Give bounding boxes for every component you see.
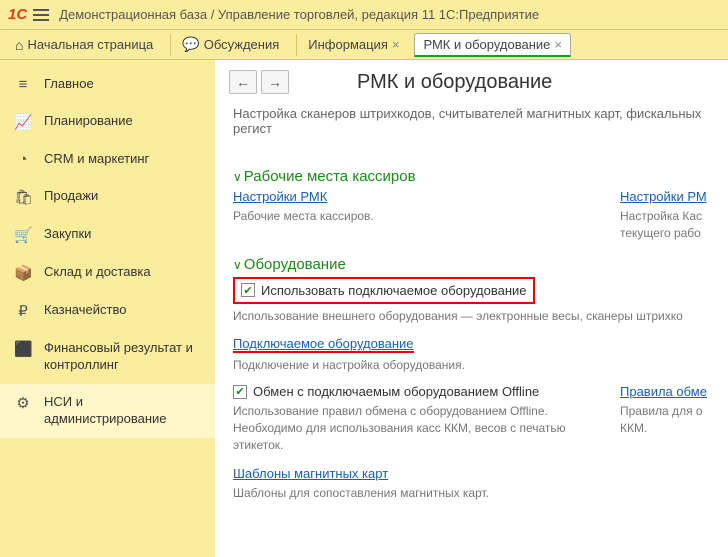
nav-crm[interactable]: ◔CRM и маркетинг (0, 141, 215, 178)
tab-label: РМК и оборудование (423, 37, 550, 52)
tab-rmk[interactable]: РМК и оборудование × (414, 33, 571, 57)
close-icon[interactable]: × (392, 37, 400, 52)
page-title: РМК и оборудование (357, 71, 552, 94)
use-equipment-desc: Использование внешнего оборудования — эл… (233, 308, 710, 325)
logo-1c: 1C (8, 6, 27, 23)
chevron-down-icon: ∨ (233, 258, 242, 272)
section-cashier-header[interactable]: ∨Рабочие места кассиров (233, 168, 710, 185)
nav-planning[interactable]: 📈Планирование (0, 103, 215, 141)
nav-warehouse[interactable]: 📦Склад и доставка (0, 254, 215, 292)
main-area: ← → РМК и оборудование Настройка сканеро… (215, 60, 728, 557)
rm-settings-desc: Настройка Кастекущего рабо (620, 208, 710, 242)
highlight-use-equipment: ✔ Использовать подключаемое оборудование (233, 277, 535, 304)
card-templates-desc: Шаблоны для сопоставления магнитных карт… (233, 485, 710, 502)
pie-icon: ◔ (14, 151, 32, 168)
tab-label: Обсуждения (204, 37, 280, 52)
close-icon[interactable]: × (554, 37, 562, 52)
chat-icon: 💬 (182, 36, 199, 53)
checkbox-label: Обмен с подключаемым оборудованием Offli… (253, 384, 539, 399)
offline-desc: Использование правил обмена с оборудован… (233, 403, 590, 453)
link-exchange-rules[interactable]: Правила обме (620, 384, 707, 399)
bag-icon: 🛍 (14, 188, 32, 206)
app-title: Демонстрационная база / Управление торго… (59, 7, 539, 22)
checkbox-use-equipment[interactable]: ✔ (241, 283, 255, 297)
forward-button[interactable]: → (261, 70, 289, 94)
rmk-settings-desc: Рабочие места кассиров. (233, 208, 590, 225)
tab-home[interactable]: ⌂ Начальная страница (6, 33, 162, 57)
box-icon: 📦 (14, 264, 32, 282)
link-rm-settings[interactable]: Настройки РМ (620, 189, 707, 204)
page-description: Настройка сканеров штрихкодов, считывате… (215, 104, 728, 148)
checkbox-offline[interactable]: ✔ (233, 385, 247, 399)
nav-purchases[interactable]: 🛒Закупки (0, 216, 215, 254)
tab-info[interactable]: Информация × (299, 33, 408, 57)
nav-admin[interactable]: ⚙НСИ и администрирование (0, 384, 215, 438)
home-icon: ⌂ (15, 37, 23, 53)
plug-equipment-desc: Подключение и настройка оборудования. (233, 357, 710, 374)
tab-discussions[interactable]: 💬 Обсуждения (173, 33, 288, 57)
link-card-templates[interactable]: Шаблоны магнитных карт (233, 466, 388, 481)
separator (170, 34, 171, 56)
coin-icon: ₽ (14, 302, 32, 320)
exchange-rules-desc: Правила для оККМ. (620, 403, 710, 437)
nav-sales[interactable]: 🛍Продажи (0, 178, 215, 216)
tab-label: Начальная страница (27, 37, 153, 52)
link-plug-equipment[interactable]: Подключаемое оборудование (233, 336, 414, 351)
tab-label: Информация (308, 37, 388, 52)
separator (296, 34, 297, 56)
nav-main[interactable]: ≡Главное (0, 66, 215, 103)
chevron-down-icon: ∨ (233, 170, 242, 184)
bars-icon: ⬛ (14, 340, 32, 358)
nav-finance[interactable]: ⬛Финансовый результат и контроллинг (0, 330, 215, 384)
nav-treasury[interactable]: ₽Казначейство (0, 292, 215, 330)
link-rmk-settings[interactable]: Настройки РМК (233, 189, 327, 204)
highlight-plug-equipment: Подключаемое оборудование (233, 336, 414, 353)
list-icon: ≡ (14, 76, 32, 93)
chart-icon: 📈 (14, 113, 32, 131)
tabbar: ⌂ Начальная страница 💬 Обсуждения Информ… (0, 30, 728, 60)
hamburger-icon[interactable] (33, 9, 49, 21)
sidebar: ≡Главное 📈Планирование ◔CRM и маркетинг … (0, 60, 215, 557)
cart-icon: 🛒 (14, 226, 32, 244)
gear-icon: ⚙ (14, 394, 32, 412)
topbar: 1C Демонстрационная база / Управление то… (0, 0, 728, 30)
section-equipment-header[interactable]: ∨Оборудование (233, 256, 710, 273)
checkbox-label: Использовать подключаемое оборудование (261, 283, 527, 298)
nav-arrows: ← → (229, 70, 289, 94)
back-button[interactable]: ← (229, 70, 257, 94)
